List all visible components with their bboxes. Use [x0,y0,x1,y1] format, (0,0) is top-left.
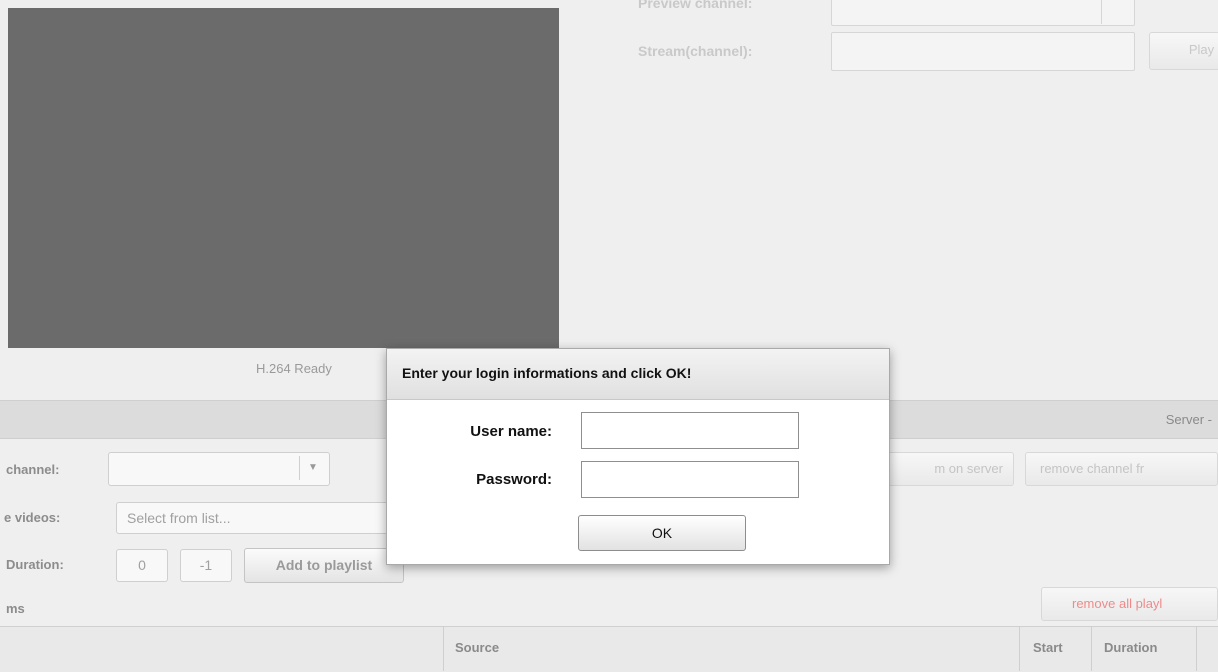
column-divider [443,626,444,671]
channel-select[interactable] [108,452,330,486]
column-divider [1196,626,1197,671]
username-label: User name: [470,423,552,440]
video-player [8,8,559,348]
videos-label: e videos: [4,510,61,525]
column-source[interactable]: Source [455,640,499,655]
login-dialog: Enter your login informations and click … [386,348,890,565]
column-divider [1019,626,1020,671]
column-divider [1091,626,1092,671]
dialog-title: Enter your login informations and click … [402,365,692,381]
column-start[interactable]: Start [1033,640,1063,655]
stream-channel-label: Stream(channel): [638,43,753,59]
preview-channel-select[interactable] [831,0,1135,26]
duration-label: Duration: [6,557,64,572]
password-label: Password: [476,471,552,488]
ok-button[interactable]: OK [578,515,746,551]
channel-label: channel: [6,462,60,477]
column-duration[interactable]: Duration [1104,640,1157,655]
preview-channel-label: Preview channel: [638,0,753,11]
duration-field[interactable]: -1 [180,549,232,582]
add-to-playlist-button[interactable]: Add to playlist [244,548,404,583]
username-input[interactable] [581,412,799,449]
videos-select[interactable]: Select from list... [116,502,396,534]
remove-all-playlist-button[interactable]: remove all playl [1041,587,1218,621]
play-button[interactable]: Play [1149,32,1218,70]
start-field[interactable]: 0 [116,549,168,582]
password-input[interactable] [581,461,799,498]
video-status-text: H.264 Ready [256,361,332,376]
stream-channel-input[interactable] [831,32,1135,71]
chevron-down-icon[interactable]: ▼ [299,456,326,480]
remove-channel-button[interactable]: remove channel fr [1025,452,1218,486]
items-label: ms [6,601,25,616]
server-section-label: Server - [1165,412,1212,427]
dialog-title-bar[interactable]: Enter your login informations and click … [387,349,889,400]
preview-select-divider [1101,0,1102,24]
